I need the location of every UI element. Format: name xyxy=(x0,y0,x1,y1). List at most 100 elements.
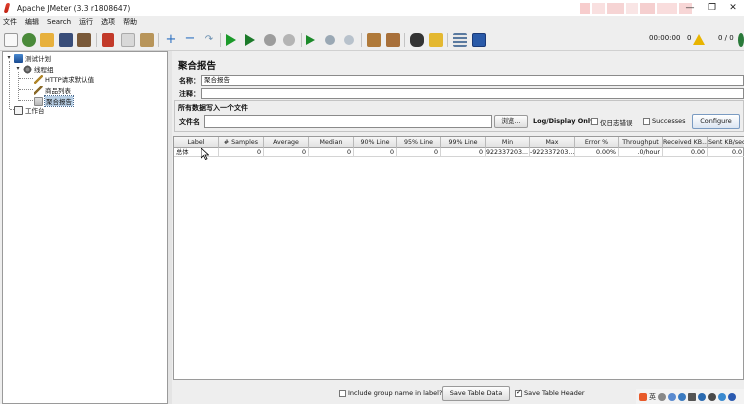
new-icon[interactable] xyxy=(4,33,18,47)
comment-field[interactable] xyxy=(201,88,744,99)
cell-throughput: .0/hour xyxy=(619,148,663,157)
menu-edit[interactable]: 编辑 xyxy=(25,17,39,27)
column-header-throughput[interactable]: Throughput xyxy=(619,137,663,148)
tree-item-workbench[interactable]: 工作台 xyxy=(14,105,45,115)
menu-search[interactable]: Search xyxy=(47,18,71,26)
gear-icon xyxy=(23,64,32,74)
save-table-data-button[interactable]: Save Table Data xyxy=(442,386,510,401)
successes-checkbox[interactable] xyxy=(643,118,650,125)
collapse-toggle-icon[interactable]: ▾ xyxy=(6,55,12,61)
column-header-median[interactable]: Median xyxy=(309,137,354,148)
minimize-button[interactable]: — xyxy=(679,0,701,16)
jmeter-window: Apache JMeter (3.3 r1808647) — ❐ ✕ 文件 编辑… xyxy=(0,0,744,404)
column-header-95-line[interactable]: 95% Line xyxy=(397,137,441,148)
save-icon[interactable] xyxy=(59,33,73,47)
clear-icon[interactable] xyxy=(367,33,381,47)
remote-shutdown-icon[interactable] xyxy=(344,35,354,45)
tree-item-test-plan[interactable]: 测试计划 xyxy=(14,53,51,63)
emoji-icon[interactable] xyxy=(668,392,676,401)
expand-icon[interactable]: + xyxy=(164,33,178,47)
menu-file[interactable]: 文件 xyxy=(3,17,17,27)
stop-icon[interactable] xyxy=(264,34,276,46)
configure-button[interactable]: Configure xyxy=(692,114,740,129)
clear-all-icon[interactable] xyxy=(386,33,400,47)
start-no-pauses-icon[interactable] xyxy=(245,34,255,46)
column-header-label[interactable]: Label xyxy=(174,137,219,148)
shirt-icon[interactable] xyxy=(708,392,716,401)
table-row[interactable]: 总体 0 0 0 0 0 0 922337203... -922337203..… xyxy=(174,148,744,157)
menu-options[interactable]: 选项 xyxy=(101,17,115,27)
keyboard-icon[interactable] xyxy=(688,392,696,401)
tree-item-http-defaults[interactable]: HTTP请求默认值 xyxy=(34,74,94,84)
shutdown-icon[interactable] xyxy=(283,34,295,46)
save-table-header-checkbox[interactable] xyxy=(515,388,522,397)
thread-count: 0 / 0 xyxy=(718,34,734,42)
column-header-min[interactable]: Min xyxy=(486,137,530,148)
ime-mode-label[interactable]: 英 xyxy=(649,392,656,402)
punctuation-icon[interactable] xyxy=(658,392,666,401)
cut-icon[interactable] xyxy=(102,33,114,47)
open-folder-icon[interactable] xyxy=(40,33,54,47)
column-header-samples[interactable]: # Samples xyxy=(219,137,264,148)
microphone-icon[interactable] xyxy=(678,392,686,401)
collapse-icon[interactable]: − xyxy=(183,32,197,47)
templates-icon[interactable] xyxy=(22,33,36,47)
toolbar-separator xyxy=(447,33,448,47)
file-name-field[interactable] xyxy=(204,115,492,128)
results-table[interactable]: Label # Samples Average Median 90% Line … xyxy=(173,136,744,380)
column-header-error[interactable]: Error % xyxy=(575,137,619,148)
close-button[interactable]: ✕ xyxy=(722,0,744,16)
tray-extra-icon[interactable] xyxy=(728,392,736,401)
tree-item-label: 工作台 xyxy=(25,107,45,115)
wrench-icon xyxy=(34,74,43,84)
cell-95-line: 0 xyxy=(397,148,441,157)
jmeter-logo-icon xyxy=(3,3,13,13)
elapsed-time: 00:00:00 xyxy=(649,34,681,42)
paste-icon[interactable] xyxy=(140,33,154,47)
system-tray: 英 xyxy=(636,389,744,404)
toggle-icon[interactable]: ↷ xyxy=(202,33,216,47)
tree-item-product-list[interactable]: 商品列表 xyxy=(34,85,71,95)
function-helper-icon[interactable] xyxy=(453,33,467,47)
test-plan-tree[interactable]: ▾ ▾ 测试计划 线程组 HTTP请求默认值 商品列表 聚合报告 工作台 xyxy=(2,51,168,404)
toolbar-separator xyxy=(301,33,302,47)
tree-connector xyxy=(18,72,19,101)
maximize-button[interactable]: ❐ xyxy=(701,0,723,16)
column-header-90-line[interactable]: 90% Line xyxy=(354,137,397,148)
binoculars-icon[interactable] xyxy=(410,33,424,47)
remote-stop-icon[interactable] xyxy=(325,35,335,45)
warning-icon[interactable] xyxy=(693,34,705,45)
reset-search-icon[interactable] xyxy=(429,33,443,47)
warning-count: 0 xyxy=(687,34,692,42)
cell-sent: 0.0 xyxy=(708,148,744,157)
column-header-sent[interactable]: Sent KB/sec xyxy=(708,137,744,148)
column-header-average[interactable]: Average xyxy=(264,137,309,148)
column-header-received[interactable]: Received KB... xyxy=(663,137,708,148)
blurred-region xyxy=(580,3,693,14)
sogou-ime-icon[interactable] xyxy=(639,392,647,401)
menu-help[interactable]: 帮助 xyxy=(123,17,137,27)
collapse-toggle-icon[interactable]: ▾ xyxy=(15,66,21,72)
start-icon[interactable] xyxy=(226,34,236,46)
errors-only-checkbox[interactable] xyxy=(591,118,598,125)
file-name-label: 文件名 xyxy=(179,118,200,126)
help-book-icon[interactable] xyxy=(472,33,486,47)
toolbar-separator xyxy=(404,33,405,47)
remote-start-icon[interactable] xyxy=(306,35,315,45)
window-title: Apache JMeter (3.3 r1808647) xyxy=(17,3,131,13)
copy-icon[interactable] xyxy=(121,33,135,47)
skin-icon[interactable] xyxy=(698,392,706,401)
tree-item-thread-group[interactable]: 线程组 xyxy=(23,64,54,74)
cell-error: 0.00% xyxy=(575,148,619,157)
name-field[interactable]: 聚合报告 xyxy=(201,75,744,86)
toolbox-icon[interactable] xyxy=(718,392,726,401)
save-as-icon[interactable] xyxy=(77,33,91,47)
column-header-99-line[interactable]: 99% Line xyxy=(441,137,486,148)
test-plan-icon xyxy=(14,53,23,63)
include-group-checkbox[interactable] xyxy=(339,390,346,397)
tree-item-label: HTTP请求默认值 xyxy=(45,76,95,84)
menu-run[interactable]: 运行 xyxy=(79,17,93,27)
cell-max: -922337203... xyxy=(530,148,575,157)
column-header-max[interactable]: Max xyxy=(530,137,575,148)
browse-button[interactable]: 浏览... xyxy=(494,115,528,128)
